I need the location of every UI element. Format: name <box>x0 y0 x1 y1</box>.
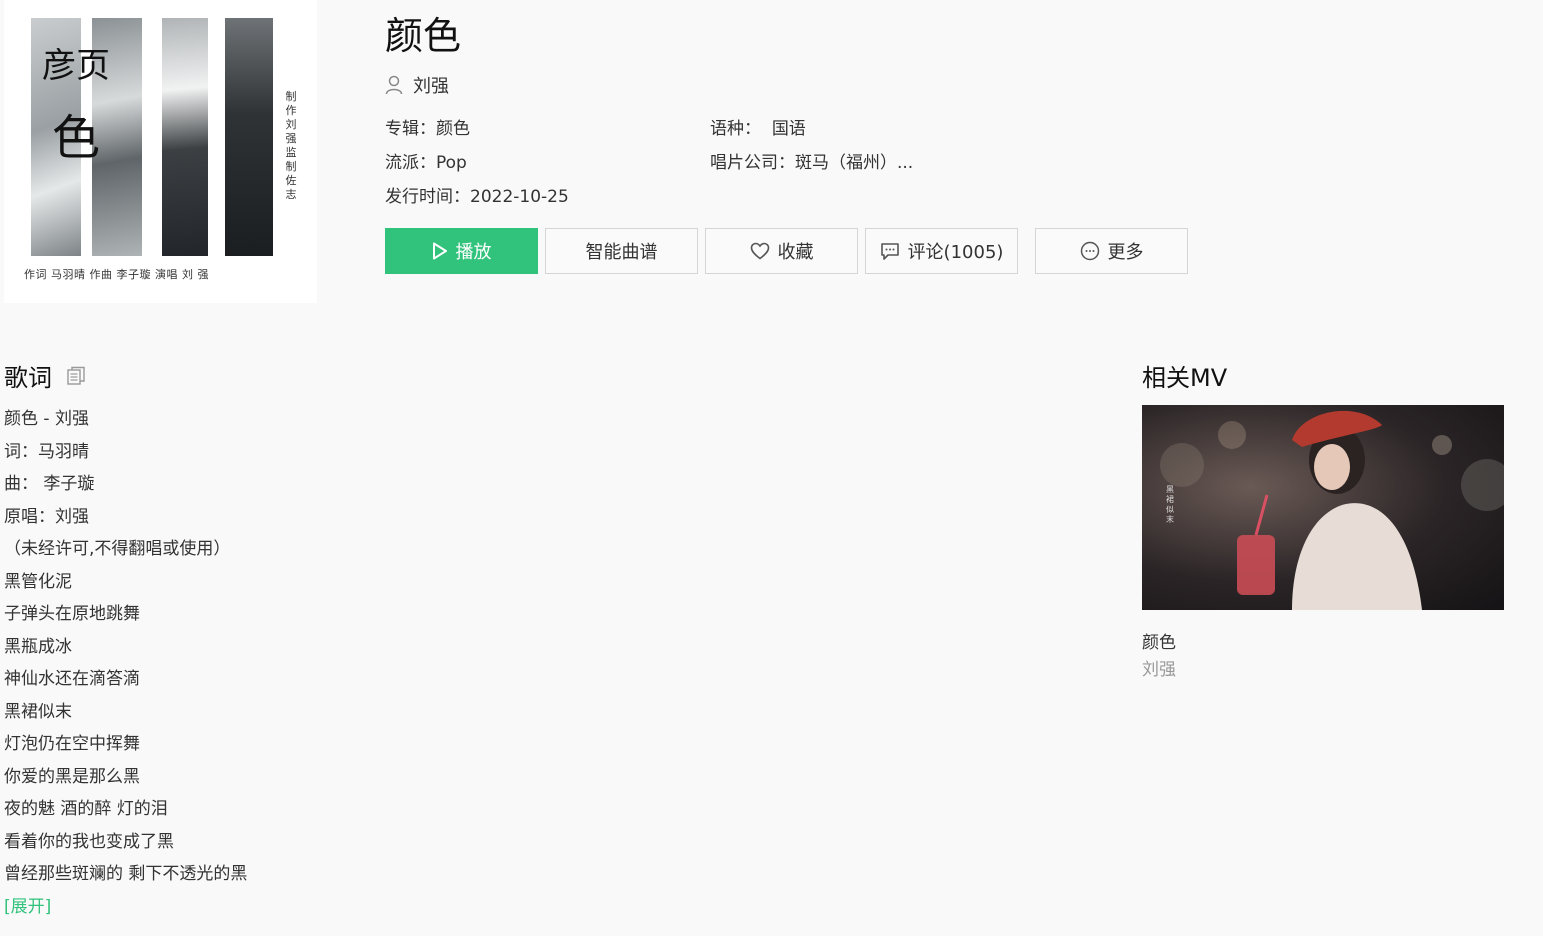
lyric-line: 原唱：刘强 <box>4 506 89 527</box>
sheet-music-label: 智能曲谱 <box>585 242 658 263</box>
lyric-line: 神仙水还在滴答滴 <box>4 669 140 689</box>
genre-field: 流派：Pop <box>385 148 467 173</box>
cover-credits: 作词 马羽晴 作曲 李子璇 演唱 刘 强 <box>24 268 209 281</box>
lyric-line: 夜的魅 酒的醉 灯的泪 <box>4 799 168 819</box>
cover-strip <box>162 18 208 256</box>
mv-thumbnail-caption: 黑裙似末 <box>1166 485 1174 524</box>
lyric-line: 曲： 李子璇 <box>4 474 95 494</box>
favorite-label: 收藏 <box>777 242 814 263</box>
lyric-line: 灯泡仍在空中挥舞 <box>4 734 140 754</box>
mv-thumbnail[interactable]: 黑裙似末 <box>1142 405 1504 610</box>
album-link[interactable]: 颜色 <box>436 119 470 139</box>
language-field: 语种： 国语 <box>710 114 806 139</box>
release-label: 发行时间： <box>385 187 470 207</box>
cover-side-text: 制作刘强监制佐志 <box>285 90 297 201</box>
lyric-line: 看着你的我也变成了黑 <box>4 831 174 852</box>
album-field: 专辑：颜色 <box>385 114 470 139</box>
comment-button[interactable]: 评论(1005) <box>865 228 1018 274</box>
user-icon <box>385 75 403 95</box>
release-field: 发行时间：2022-10-25 <box>385 182 569 207</box>
release-date: 2022-10-25 <box>470 187 569 207</box>
genre-label: 流派： <box>385 153 436 173</box>
favorite-button[interactable]: 收藏 <box>705 228 858 274</box>
play-icon <box>432 242 447 260</box>
lyric-line: 颜色 - 刘强 <box>4 409 89 429</box>
more-button[interactable]: 更多 <box>1035 228 1188 274</box>
lyric-line: 黑管化泥 <box>4 571 72 592</box>
record-label-label: 唱片公司： <box>710 153 795 173</box>
sheet-music-button[interactable]: 智能曲谱 <box>545 228 698 274</box>
more-label: 更多 <box>1107 242 1144 263</box>
artist-link[interactable]: 刘强 <box>413 72 449 98</box>
heart-icon <box>750 242 769 260</box>
mv-title[interactable]: 颜色 <box>1142 628 1176 653</box>
lyric-line: （未经许可,不得翻唱或使用） <box>4 539 231 559</box>
comment-label: 评论(1005) <box>907 242 1004 263</box>
lyrics-body: 颜色 - 刘强 词：马羽晴 曲： 李子璇 原唱：刘强 （未经许可,不得翻唱或使用… <box>4 403 247 891</box>
language-value: 国语 <box>771 119 806 139</box>
mv-thumbnail-image <box>1160 410 1504 610</box>
lyric-line: 你爱的黑是那么黑 <box>4 766 140 787</box>
lyrics-title: 歌词 <box>4 364 52 392</box>
cover-strip <box>225 18 273 256</box>
genre-value: Pop <box>436 153 467 173</box>
mv-artist[interactable]: 刘强 <box>1142 655 1176 680</box>
lyric-line: 词：马羽晴 <box>4 441 89 462</box>
lyrics-heading: 歌词 <box>4 358 86 393</box>
cover-title-top: 彦页 <box>42 46 110 86</box>
lyric-line: 黑瓶成冰 <box>4 636 72 657</box>
play-button[interactable]: 播放 <box>385 228 538 274</box>
song-title: 颜色 <box>385 14 462 58</box>
record-label-field: 唱片公司：斑马（福州）... <box>710 148 913 173</box>
record-label-value: 斑马（福州）... <box>795 153 914 173</box>
lyric-line: 黑裙似末 <box>4 701 72 722</box>
language-label: 语种： <box>710 119 761 139</box>
copy-icon[interactable] <box>66 366 86 386</box>
cover-title-bottom: 色 <box>52 110 101 166</box>
play-label: 播放 <box>455 242 492 263</box>
expand-lyrics-link[interactable]: [展开] <box>4 891 51 923</box>
lyric-line: 曾经那些斑斓的 剩下不透光的黑 <box>4 864 248 884</box>
more-icon <box>1080 241 1099 261</box>
related-mv-heading: 相关MV <box>1142 364 1228 392</box>
album-label: 专辑： <box>385 119 436 139</box>
lyric-line: 子弹头在原地跳舞 <box>4 604 140 624</box>
comment-icon <box>880 242 899 260</box>
artist-row[interactable]: 刘强 <box>385 72 449 98</box>
album-cover[interactable]: 彦页 色 制作刘强监制佐志 作词 马羽晴 作曲 李子璇 演唱 刘 强 <box>4 0 317 303</box>
